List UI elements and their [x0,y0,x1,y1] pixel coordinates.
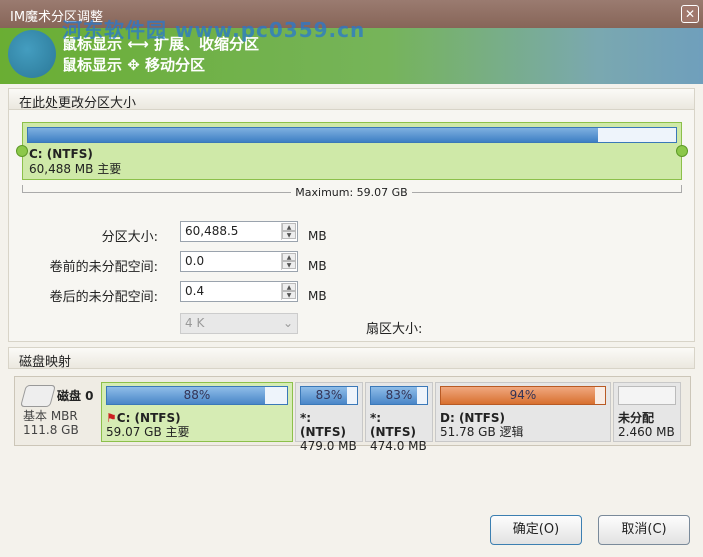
size-spinner[interactable]: ▲ ▼ [281,223,296,240]
cancel-button[interactable]: 取消(C) [598,515,690,545]
size-label: 分区大小: [101,230,158,245]
partition-info: 51.78 GB 逻辑 [440,425,524,439]
usage-bar [618,386,676,405]
partition-info: 2.460 MB [618,425,675,439]
partition-info: 474.0 MB [370,439,427,453]
disk-icon [20,385,56,407]
usage-fill [28,128,599,142]
partition-info: 479.0 MB [300,439,357,453]
partition-d[interactable]: 94% D: (NTFS) 51.78 GB 逻辑 [435,382,611,442]
partition-recovery-1[interactable]: 83% *: (NTFS) 479.0 MB [295,382,363,453]
before-label: 卷前的未分配空间: [49,260,158,275]
after-unit: MB [308,289,327,303]
left-resize-handle[interactable] [16,145,28,157]
before-spinner[interactable]: ▲ ▼ [281,253,296,270]
partition-c[interactable]: 88% ⚑C: (NTFS) 59.07 GB 主要 [101,382,293,442]
usage-bar: 88% [106,386,288,405]
cluster-value: 4 K [185,316,205,330]
partition-name: *: (NTFS) [300,411,347,439]
logo-icon [8,30,56,78]
disk-type: 基本 MBR [23,409,78,423]
partition-recovery-2[interactable]: 83% *: (NTFS) 474.0 MB [365,382,433,453]
partition-name: C: (NTFS) [116,411,181,425]
watermark: 河东软件园 www.pc0359.cn [62,18,366,42]
partition-resize-box[interactable]: C: (NTFS) 60,488 MB 主要 [22,122,682,180]
disk-map-header: 磁盘映射 [8,347,695,370]
partition-name: C: (NTFS) [29,147,93,161]
before-unit: MB [308,259,327,273]
partition-usage-bar [27,127,677,143]
partition-info: 60,488 MB 主要 [29,162,122,176]
disk-size: 111.8 GB [23,423,79,437]
hint-move: 鼠标显示 ✥ 移动分区 [62,56,206,74]
partition-flag-icon: ⚑ [106,411,117,425]
chevron-down-icon: ⌄ [282,316,293,330]
usage-bar: 83% [370,386,428,405]
partition-name: *: (NTFS) [370,411,417,439]
after-label: 卷后的未分配空间: [49,290,158,305]
partition-name: D: (NTFS) [440,411,505,425]
before-value: 0.0 [185,254,205,268]
after-spinner[interactable]: ▲ ▼ [281,283,296,300]
size-value: 60,488.5 [185,224,239,238]
right-resize-handle[interactable] [676,145,688,157]
partition-info: 59.07 GB 主要 [106,425,190,439]
cluster-size-select[interactable]: 4 K ⌄ [180,313,298,334]
partition-name: 未分配 [618,411,655,425]
resize-group-header: 在此处更改分区大小 [8,88,695,111]
disk-name: 磁盘 0 [57,389,94,403]
close-button[interactable]: ✕ [681,5,699,23]
maximum-label: Maximum: 59.07 GB [291,186,412,199]
after-value: 0.4 [185,284,205,298]
before-input[interactable]: 0.0 ▲ ▼ [180,251,298,272]
size-input[interactable]: 60,488.5 ▲ ▼ [180,221,298,242]
after-input[interactable]: 0.4 ▲ ▼ [180,281,298,302]
partition-unallocated[interactable]: 未分配 2.460 MB [613,382,681,442]
size-unit: MB [308,229,327,243]
usage-bar: 83% [300,386,358,405]
disk-row: 磁盘 0 基本 MBR 111.8 GB 88% ⚑C: (NTFS) 59.07 … [14,376,691,453]
usage-bar: 94% [440,386,606,405]
ok-button[interactable]: 确定(O) [490,515,582,545]
sector-size-label: 扇区大小: [366,322,423,337]
